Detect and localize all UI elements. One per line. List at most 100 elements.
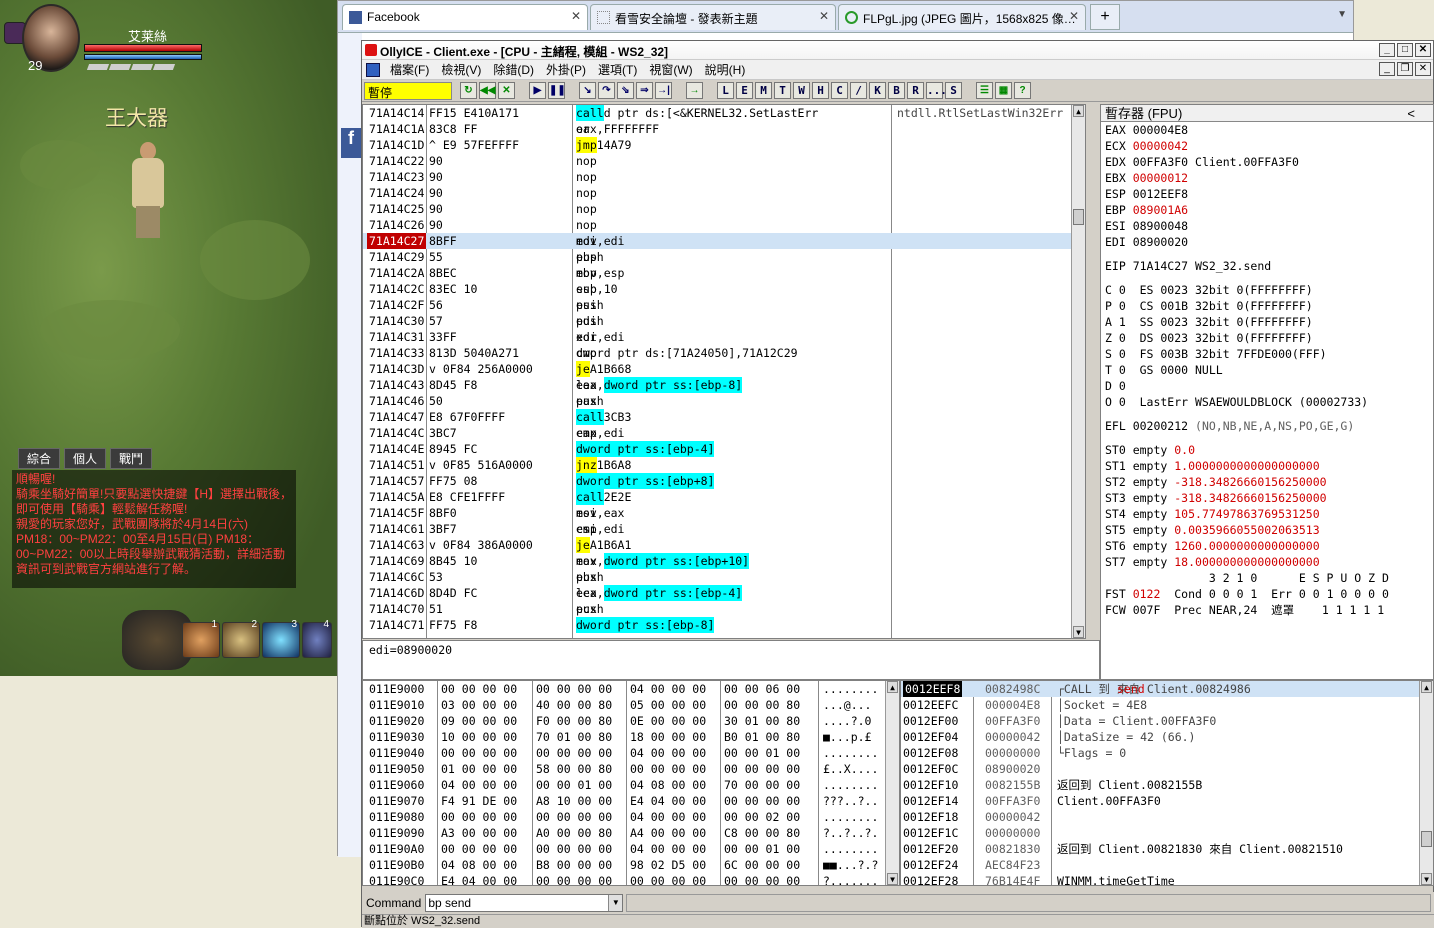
dump-row[interactable]: 011E9040 00 00 00 00 00 00 00 00 04 00 00 0…	[363, 745, 899, 761]
disasm-row[interactable]: 71A14C69 8B45 10 mov eax, dword ptr ss:[ebp…	[363, 553, 1085, 569]
game-window[interactable]: 29 艾莱絲 王大器 綜合 個人 戰鬥 順暢喔! 騎乘坐騎好簡單!只要點選快捷鍵…	[0, 0, 337, 676]
skill-slot-3[interactable]: 3	[262, 619, 300, 658]
skill-slot-1[interactable]: 1	[182, 619, 220, 658]
scroll-up-icon[interactable]: ▲	[1421, 681, 1432, 693]
register-row[interactable]: EDI 08900020	[1101, 234, 1433, 250]
collapse-icon[interactable]: <	[1407, 105, 1415, 122]
disasm-row[interactable]: 71A14C2A 8BEC mov ebp,esp	[363, 265, 1085, 281]
command-input[interactable]: bp send ▼	[425, 894, 624, 912]
disasm-row[interactable]: 71A14C23 90 nop	[363, 169, 1085, 185]
stack-scrollbar[interactable]: ▲ ▼	[1419, 681, 1433, 885]
menu-plugins[interactable]: 外掛(P)	[540, 61, 592, 78]
disasm-row[interactable]: 71A14C6D 8D4D FC lea ecx, dword ptr ss:[ebp…	[363, 585, 1085, 601]
disasm-row[interactable]: 71A14C26 90 nop	[363, 217, 1085, 233]
list-icon[interactable]: ☰	[976, 82, 993, 99]
flag-row[interactable]: S 0 FS 003B 32bit 7FFDE000(FFF)	[1101, 346, 1433, 362]
scroll-down-icon[interactable]: ▼	[1073, 626, 1084, 638]
disasm-row[interactable]: 71A14C6C 53 push ebx	[363, 569, 1085, 585]
disasm-row[interactable]: 71A14C71FF75 F8push dword ptr ss:[ebp-8]	[363, 617, 1085, 633]
tab-kanxue[interactable]: 看雪安全論壇 - 發表新主題 ✕	[590, 4, 836, 30]
log-window-button[interactable]: L	[717, 82, 734, 99]
fst-line[interactable]: FST 0122 Cond 0 0 0 1 Err 0 0 1 0 0 0 0	[1101, 586, 1433, 602]
disasm-row[interactable]: 71A14C5A E8 CFE1FFFF call 71A12E2E	[363, 489, 1085, 505]
mdi-close-button[interactable]: ✕	[1415, 62, 1431, 76]
disasm-row[interactable]: 71A14C4C 3BC7 cmp eax,edi	[363, 425, 1085, 441]
step-into-icon[interactable]: ↘	[579, 82, 596, 99]
disasm-row[interactable]: 71A14C29 55 push ebp	[363, 249, 1085, 265]
disasm-row[interactable]: 71A14C27 8BFF mov edi,edi	[363, 233, 1085, 249]
mdi-restore-button[interactable]: ❐	[1397, 62, 1413, 76]
fpu-row[interactable]: ST5 empty 0.0035966055002063513	[1101, 522, 1433, 538]
stack-row[interactable]: 0012EF1C 00000000	[901, 825, 1433, 841]
stack-row[interactable]: 0012EF00 00FFA3F0 │Data = Client.00FFA3F0	[901, 713, 1433, 729]
tab-facebook[interactable]: Facebook ✕	[342, 4, 588, 30]
close-icon[interactable]: ✕	[819, 9, 829, 23]
windows-button[interactable]: W	[793, 82, 810, 99]
disasm-row[interactable]: 71A14C4E 8945 FC mov dword ptr ss:[ebp-4],…	[363, 441, 1085, 457]
registers-header[interactable]: 暫存器 (FPU) <	[1101, 105, 1433, 122]
rewind-icon[interactable]: ◀◀	[479, 82, 496, 99]
fcw-line[interactable]: FCW 007F Prec NEAR,24 遮罩 1 1 1 1 1	[1101, 602, 1433, 618]
menu-window[interactable]: 視窗(W)	[643, 61, 698, 78]
skill-slot-4[interactable]: 4	[302, 619, 332, 658]
efl-line[interactable]: EFL 00200212 (NO,NB,NE,A,NS,PO,GE,G)	[1101, 418, 1433, 434]
disasm-row[interactable]: 71A14C31 33FF xor edi,edi	[363, 329, 1085, 345]
flag-row[interactable]: A 1 SS 0023 32bit 0(FFFFFFFF)	[1101, 314, 1433, 330]
dump-row[interactable]: 011E9080 00 00 00 00 00 00 00 00 04 00 00 0…	[363, 809, 899, 825]
disasm-row[interactable]: 71A14C5F 8BF0 mov esi,eax	[363, 505, 1085, 521]
register-row[interactable]: ESI 08900048	[1101, 218, 1433, 234]
disasm-row[interactable]: 71A14C57FF75 08push dword ptr ss:[ebp+8]	[363, 473, 1085, 489]
stack-row[interactable]: 0012EF24 AEC84F23	[901, 857, 1433, 873]
step-over-icon[interactable]: ↷	[598, 82, 615, 99]
fpu-row[interactable]: ST6 empty 1260.0000000000000000	[1101, 538, 1433, 554]
menu-options[interactable]: 選項(T)	[592, 61, 643, 78]
threads-button[interactable]: T	[774, 82, 791, 99]
close-icon[interactable]: ✕	[571, 9, 581, 23]
run-trace-button[interactable]: ...	[926, 82, 947, 99]
disasm-row[interactable]: 71A14C70 51 push ecx	[363, 601, 1085, 617]
trace-into-icon[interactable]: ⇘	[617, 82, 634, 99]
stack-row[interactable]: 0012EEFC 000004E8 │Socket = 4E8	[901, 697, 1433, 713]
disasm-row[interactable]: 71A14C47 E8 67F0FFFF call 71A13CB3	[363, 409, 1085, 425]
dump-row[interactable]: 011E90A0 00 00 00 00 00 00 00 00 04 00 00 0…	[363, 841, 899, 857]
chevron-down-icon[interactable]: ▼	[608, 895, 623, 911]
mdi-icon[interactable]	[366, 62, 380, 77]
cpu-button[interactable]: C	[831, 82, 848, 99]
source-button[interactable]: S	[945, 82, 962, 99]
scroll-down-icon[interactable]: ▼	[887, 873, 898, 885]
npc-character[interactable]	[128, 142, 168, 238]
register-row[interactable]: ESP 0012EEF8	[1101, 186, 1433, 202]
register-row[interactable]: ECX 00000042	[1101, 138, 1433, 154]
disassembly-scrollbar[interactable]: ▲ ▼	[1071, 105, 1085, 638]
scroll-thumb[interactable]	[1073, 209, 1084, 225]
disasm-row[interactable]: 71A14C1D ^ E9 57FEFFFF jmp 71A14A79	[363, 137, 1085, 153]
handles-button[interactable]: H	[812, 82, 829, 99]
memory-dump-pane[interactable]: 011E9000 00 00 00 00 00 00 00 00 04 00 00 0…	[362, 680, 900, 886]
trace-over-icon[interactable]: ⇒	[636, 82, 653, 99]
scroll-thumb[interactable]	[1421, 831, 1432, 847]
flag-row[interactable]: P 0 CS 001B 32bit 0(FFFFFFFF)	[1101, 298, 1433, 314]
call-stack-button[interactable]: K	[869, 82, 886, 99]
menu-file[interactable]: 檔案(F)	[384, 61, 435, 78]
disasm-row[interactable]: 71A14C51 v 0F85 516A0000 jnz 71A1B6A8	[363, 457, 1085, 473]
tab-image[interactable]: FLPgL.jpg (JPEG 圖片，1568x825 像… ✕	[838, 4, 1086, 30]
disasm-row[interactable]: 71A14C43 8D45 F8 lea eax, dword ptr ss:[ebp…	[363, 377, 1085, 393]
menu-debug[interactable]: 除錯(D)	[487, 61, 540, 78]
stack-row[interactable]: 0012EF04 00000042 │DataSize = 42 (66.)	[901, 729, 1433, 745]
mdi-minimize-button[interactable]: _	[1379, 62, 1395, 76]
disasm-row[interactable]: 71A14C2C 83EC 10 sub esp,10	[363, 281, 1085, 297]
run-icon[interactable]: ▶	[529, 82, 546, 99]
dump-row[interactable]: 011E90C0 E4 04 00 00 00 00 00 00 00 00 00 0…	[363, 873, 899, 885]
modules-button[interactable]: E	[736, 82, 753, 99]
flag-row[interactable]: D 0	[1101, 378, 1433, 394]
chat-tab-combat[interactable]: 戰鬥	[110, 448, 153, 469]
stack-pane[interactable]: 0012EEF8 0082498C ┌CALL 到 send 來自 Client.0…	[900, 680, 1434, 886]
disasm-row[interactable]: 71A14C33 813D 5040A271 cmp dword ptr ds:[7…	[363, 345, 1085, 361]
close-process-icon[interactable]: ✕	[498, 82, 515, 99]
fpu-row[interactable]: ST4 empty 105.77497863769531250	[1101, 506, 1433, 522]
disasm-row[interactable]: 71A14C25 90 nop	[363, 201, 1085, 217]
grid-icon[interactable]: ▦	[995, 82, 1012, 99]
register-row[interactable]: EAX 000004E8	[1101, 122, 1433, 138]
goto-icon[interactable]: →	[686, 82, 703, 99]
scroll-up-icon[interactable]: ▲	[887, 681, 898, 693]
